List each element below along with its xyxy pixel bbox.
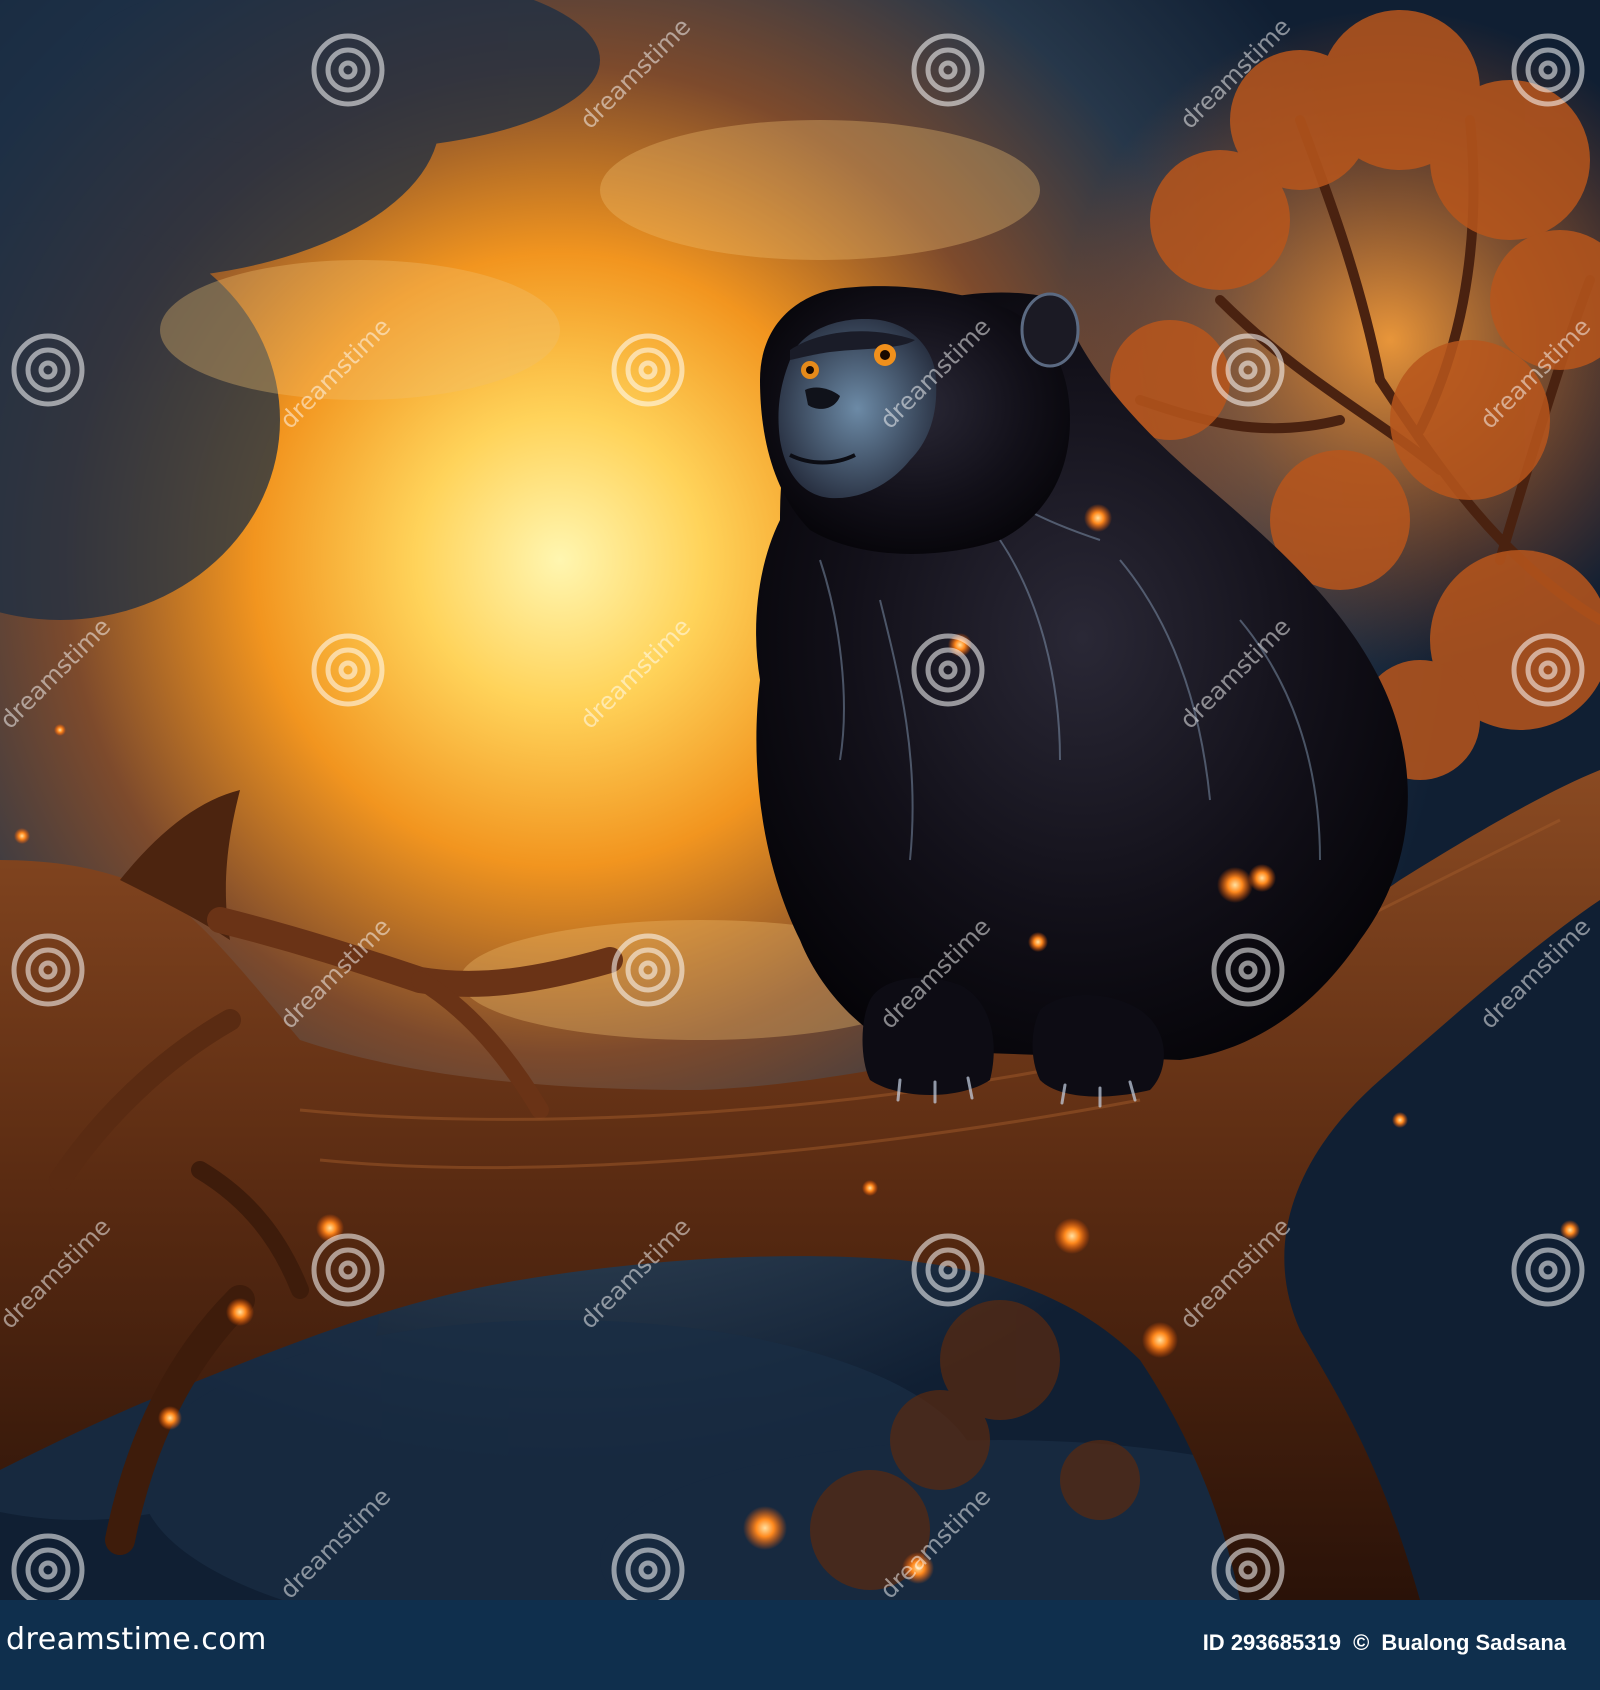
copyright-symbol: © [1353, 1630, 1370, 1655]
monkey-on-branch-illustration: dreamstime dreamstime dreamstime dreamst… [0, 0, 1600, 1600]
image-id: 293685319 [1230, 1630, 1341, 1655]
stock-photo-page: dreamstime dreamstime dreamstime dreamst… [0, 0, 1600, 1690]
credit-footer: dreamstime.com ID 293685319 © Bualong Sa… [0, 1600, 1600, 1690]
photo-area: dreamstime dreamstime dreamstime dreamst… [0, 0, 1600, 1600]
site-logo[interactable]: dreamstime.com [6, 1622, 267, 1657]
image-credit: ID 293685319 © Bualong Sadsana [1203, 1630, 1566, 1656]
author-name[interactable]: Bualong Sadsana [1381, 1630, 1566, 1655]
id-label: ID [1202, 1630, 1225, 1655]
